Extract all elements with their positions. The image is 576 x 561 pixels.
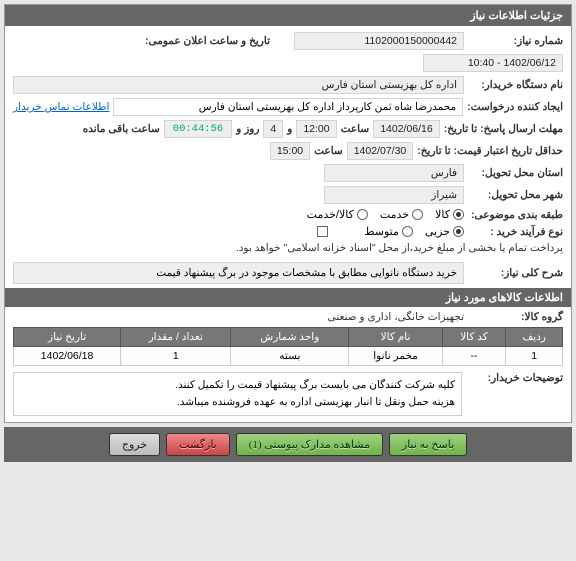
th-date: تاریخ نیاز [14, 328, 121, 347]
payment-note: پرداخت تمام یا بخشی از مبلغ خرید،از محل … [236, 242, 563, 254]
field-remain-days: 4 [263, 120, 283, 138]
panel-title: جزئیات اطلاعات نیاز [5, 5, 571, 26]
label-need-desc: شرح کلی نیاز: [468, 267, 563, 279]
buyer-note-line2: هزینه حمل ونقل تا انبار بهزیستی اداره به… [20, 394, 455, 411]
field-buyer-org: اداره کل بهزیستی استان فارس [13, 76, 464, 94]
label-buyer-notes: توضیحات خریدار: [468, 372, 563, 416]
radio-goods-label: کالا [435, 208, 450, 221]
field-need-no: 1102000150000442 [294, 32, 464, 50]
label-credit: حداقل تاریخ اعتبار قیمت: تا تاریخ: [417, 145, 563, 157]
back-button[interactable]: بازگشت [166, 433, 230, 456]
th-row: ردیف [506, 328, 563, 347]
th-code: کد کالا [442, 328, 506, 347]
th-qty: تعداد / مقدار [121, 328, 231, 347]
attach-button[interactable]: مشاهده مدارک پیوستی (1) [236, 433, 383, 456]
cell-row: 1 [506, 347, 563, 366]
field-province: فارس [324, 164, 464, 182]
field-city: شیراز [324, 186, 464, 204]
table-row[interactable]: 1 -- مخمر نانوا بسته 1 1402/06/18 [14, 347, 563, 366]
exit-button[interactable]: خروج [109, 433, 160, 456]
radio-dot-icon [412, 209, 423, 220]
countdown: 00:44:56 [164, 120, 232, 138]
field-credit-time: 15:00 [270, 142, 310, 160]
label-need-no: شماره نیاز: [468, 35, 563, 47]
label-hour1: ساعت [341, 123, 370, 135]
treasury-checkbox[interactable] [317, 226, 328, 237]
reply-button[interactable]: پاسخ به نیاز [389, 433, 467, 456]
items-table: ردیف کد کالا نام کالا واحد شمارش تعداد /… [13, 327, 563, 366]
radio-service[interactable]: خدمت [380, 208, 423, 221]
radio-goods[interactable]: کالا [435, 208, 464, 221]
radio-medium-label: متوسط [364, 225, 399, 238]
label-buyer-org: نام دستگاه خریدار: [468, 79, 563, 91]
radio-service-label: خدمت [380, 208, 409, 221]
radio-both-label: کالا/خدمت [307, 208, 354, 221]
label-city: شهر محل تحویل: [468, 189, 563, 201]
radio-dot-icon [453, 209, 464, 220]
label-category: طبقه بندی موضوعی: [468, 209, 563, 221]
radio-minor[interactable]: جزیی [425, 225, 464, 238]
details-panel: جزئیات اطلاعات نیاز شماره نیاز: 11020001… [4, 4, 572, 423]
label-province: استان محل تحویل: [468, 167, 563, 179]
buyer-note-line1: کلیه شرکت کنندگان می بایست برگ پیشنهاد ق… [20, 377, 455, 394]
cell-code: -- [442, 347, 506, 366]
label-and: و [287, 123, 292, 135]
radio-both[interactable]: کالا/خدمت [307, 208, 368, 221]
field-deadline-date: 1402/06/16 [373, 120, 440, 138]
label-deadline: مهلت ارسال پاسخ: تا تاریخ: [444, 123, 563, 135]
th-name: نام کالا [349, 328, 442, 347]
cell-unit: بسته [231, 347, 349, 366]
table-header-row: ردیف کد کالا نام کالا واحد شمارش تعداد /… [14, 328, 563, 347]
cell-name: مخمر نانوا [349, 347, 442, 366]
radio-medium[interactable]: متوسط [364, 225, 413, 238]
label-days: روز و [236, 123, 259, 135]
label-hour2: ساعت [314, 145, 343, 157]
buyer-notes-box: کلیه شرکت کنندگان می بایست برگ پیشنهاد ق… [13, 372, 462, 416]
label-requester: ایجاد کننده درخواست: [467, 101, 563, 113]
label-process: نوع فرآیند خرید : [468, 226, 563, 238]
field-goods-group: تجهیزات خانگی، اداری و صنعتی [328, 311, 464, 323]
radio-dot-icon [402, 226, 413, 237]
radio-dot-icon [357, 209, 368, 220]
cell-qty: 1 [121, 347, 231, 366]
items-header: اطلاعات کالاهای مورد نیاز [5, 288, 571, 307]
footer-bar: پاسخ به نیاز مشاهده مدارک پیوستی (1) باز… [4, 427, 572, 462]
cell-date: 1402/06/18 [14, 347, 121, 366]
radio-minor-label: جزیی [425, 225, 450, 238]
label-goods-group: گروه کالا: [468, 311, 563, 323]
field-announce-dt: 1402/06/12 - 10:40 [423, 54, 563, 72]
radio-dot-icon [453, 226, 464, 237]
field-requester: محمدرضا شاه ثمن کارپرداز اداره کل بهزیست… [113, 98, 463, 116]
contact-link[interactable]: اطلاعات تماس خریدار [13, 101, 109, 113]
field-need-desc: خرید دستگاه نانوایی مطابق با مشخصات موجو… [13, 262, 464, 284]
th-unit: واحد شمارش [231, 328, 349, 347]
label-announce-dt: تاریخ و ساعت اعلان عمومی: [145, 35, 270, 47]
field-deadline-time: 12:00 [296, 120, 336, 138]
field-credit-date: 1402/07/30 [347, 142, 414, 160]
label-remain: ساعت باقی مانده [83, 123, 160, 135]
